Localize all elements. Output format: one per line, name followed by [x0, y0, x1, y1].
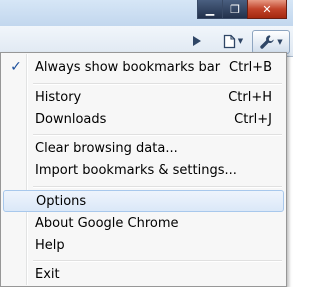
chevron-down-icon: ▼	[237, 37, 244, 45]
page-menu-button[interactable]: ▼	[218, 30, 248, 52]
wrench-menu: ✓ Always show bookmarks bar Ctrl+B Histo…	[0, 52, 287, 287]
title-bar: ▁ ❐ ✕	[0, 0, 293, 26]
menu-item-label: History	[35, 89, 82, 105]
menu-item-import-bookmarks[interactable]: Import bookmarks & settings...	[3, 159, 284, 181]
menu-item-history[interactable]: History Ctrl+H	[3, 86, 284, 108]
menu-item-about-google-chrome[interactable]: About Google Chrome	[3, 212, 284, 234]
menu-item-label: Exit	[35, 266, 60, 282]
menu-item-shortcut: Ctrl+B	[229, 59, 272, 75]
restore-button[interactable]: ❐	[222, 0, 248, 19]
menu-item-exit[interactable]: Exit	[3, 263, 284, 285]
menu-separator	[33, 186, 282, 188]
menu-item-downloads[interactable]: Downloads Ctrl+J	[3, 108, 284, 130]
menu-item-label: Always show bookmarks bar	[35, 59, 221, 75]
menu-separator	[33, 260, 282, 262]
menu-item-shortcut: Ctrl+H	[228, 89, 272, 105]
menu-item-options[interactable]: Options	[3, 190, 284, 212]
wrench-menu-button[interactable]: ▼	[252, 30, 290, 54]
close-icon: ✕	[262, 2, 272, 16]
menu-item-always-show-bookmarks-bar[interactable]: ✓ Always show bookmarks bar Ctrl+B	[3, 56, 284, 78]
restore-icon: ❐	[230, 2, 240, 16]
menu-item-label: Downloads	[35, 111, 107, 127]
check-icon: ✓	[10, 59, 22, 75]
menu-item-label: Clear browsing data...	[35, 140, 178, 156]
menu-separator	[33, 134, 282, 136]
window-controls: ▁ ❐ ✕	[197, 0, 287, 20]
menu-item-label: Help	[35, 237, 65, 253]
minimize-button[interactable]: ▁	[197, 0, 223, 19]
menu-item-label: About Google Chrome	[35, 215, 179, 231]
wrench-icon	[260, 35, 275, 49]
menu-item-clear-browsing-data[interactable]: Clear browsing data...	[3, 137, 284, 159]
menu-item-label: Options	[36, 193, 87, 209]
close-button[interactable]: ✕	[247, 0, 287, 19]
chevron-down-icon: ▼	[277, 38, 283, 46]
play-icon	[193, 36, 201, 46]
page-icon	[223, 34, 235, 48]
menu-item-shortcut: Ctrl+J	[234, 111, 272, 127]
menu-item-label: Import bookmarks & settings...	[35, 162, 237, 178]
minimize-icon: ▁	[205, 2, 215, 16]
menu-separator	[33, 83, 282, 85]
play-button[interactable]	[186, 30, 208, 52]
menu-item-help[interactable]: Help	[3, 234, 284, 256]
